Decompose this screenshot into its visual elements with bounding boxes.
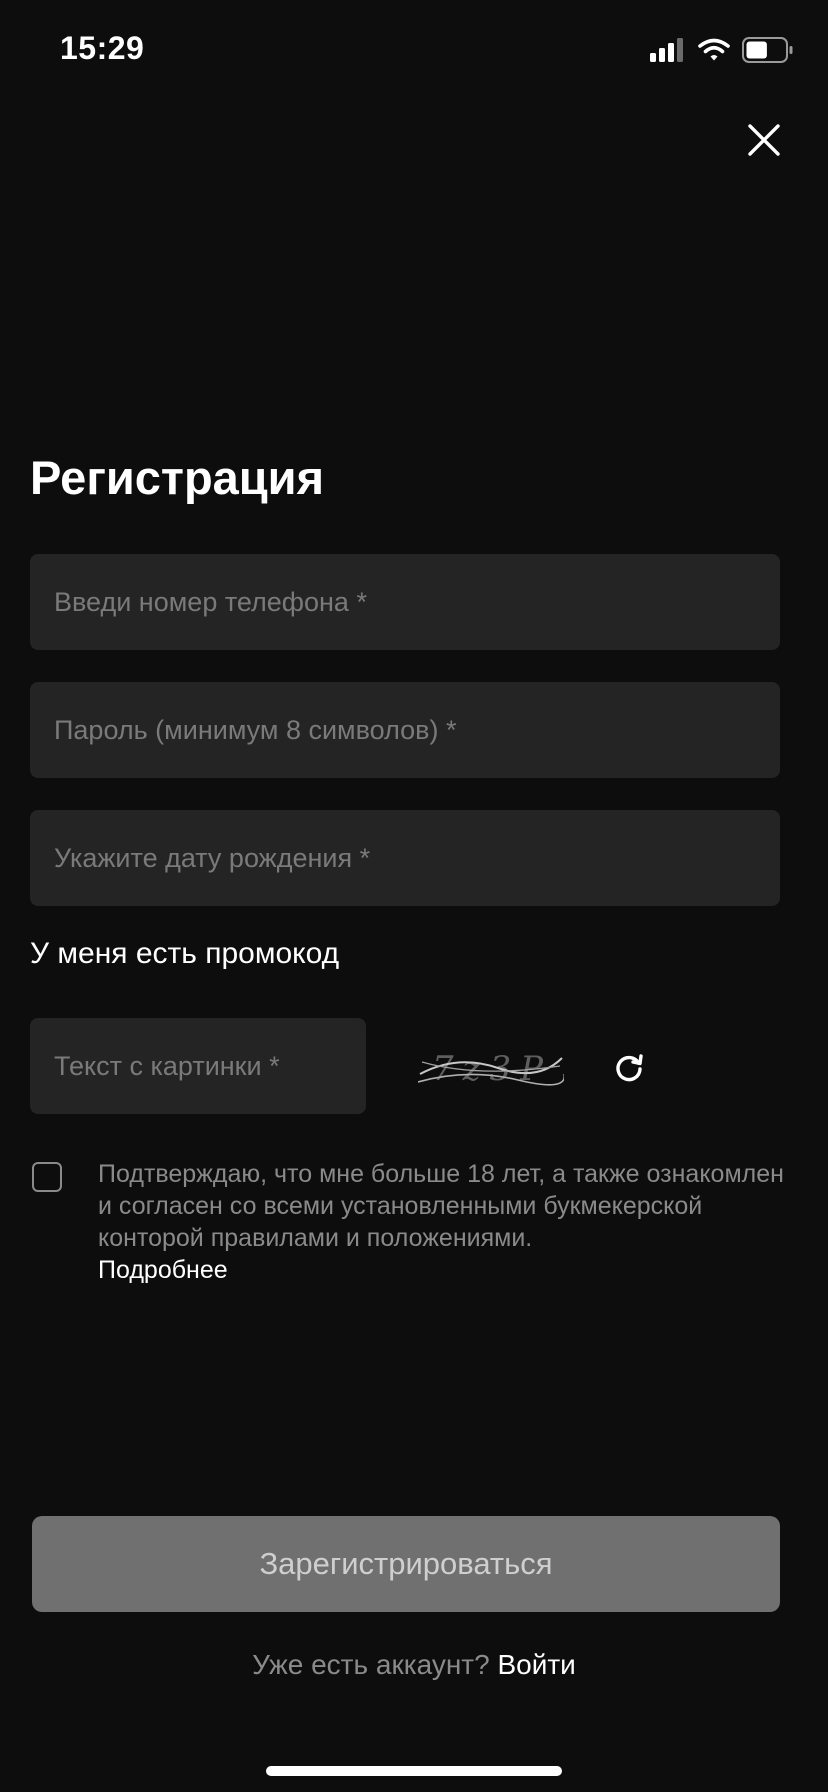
status-bar: 15:29	[0, 0, 828, 100]
close-button[interactable]	[736, 112, 792, 168]
promo-code-link[interactable]: У меня есть промокод	[30, 934, 339, 974]
agree-checkbox[interactable]	[32, 1162, 62, 1192]
agreement-text: Подтверждаю, что мне больше 18 лет, а та…	[98, 1158, 798, 1286]
home-indicator[interactable]	[266, 1766, 562, 1776]
captcha-input[interactable]	[30, 1018, 366, 1114]
refresh-icon	[616, 1054, 643, 1082]
close-icon	[748, 124, 780, 156]
phone-input[interactable]	[30, 554, 780, 650]
wifi-icon	[698, 38, 730, 61]
password-input[interactable]	[30, 682, 780, 778]
captcha-image: 7z3P	[418, 1049, 564, 1089]
login-prompt: Уже есть аккаунт?	[252, 1649, 490, 1680]
status-time: 15:29	[60, 30, 145, 66]
status-icons	[650, 36, 794, 64]
signal-icon	[650, 38, 683, 62]
birthdate-input[interactable]	[30, 810, 780, 906]
agreement-more-link[interactable]: Подробнее	[98, 1254, 798, 1286]
agreement-body: Подтверждаю, что мне больше 18 лет, а та…	[98, 1160, 784, 1252]
login-link[interactable]: Войти	[497, 1649, 575, 1680]
register-button[interactable]: Зарегистрироваться	[32, 1516, 780, 1612]
battery-icon	[742, 37, 793, 63]
refresh-captcha-button[interactable]	[608, 1046, 650, 1088]
page-title: Регистрация	[30, 451, 325, 504]
login-row: Уже есть аккаунт? Войти	[0, 1646, 828, 1684]
